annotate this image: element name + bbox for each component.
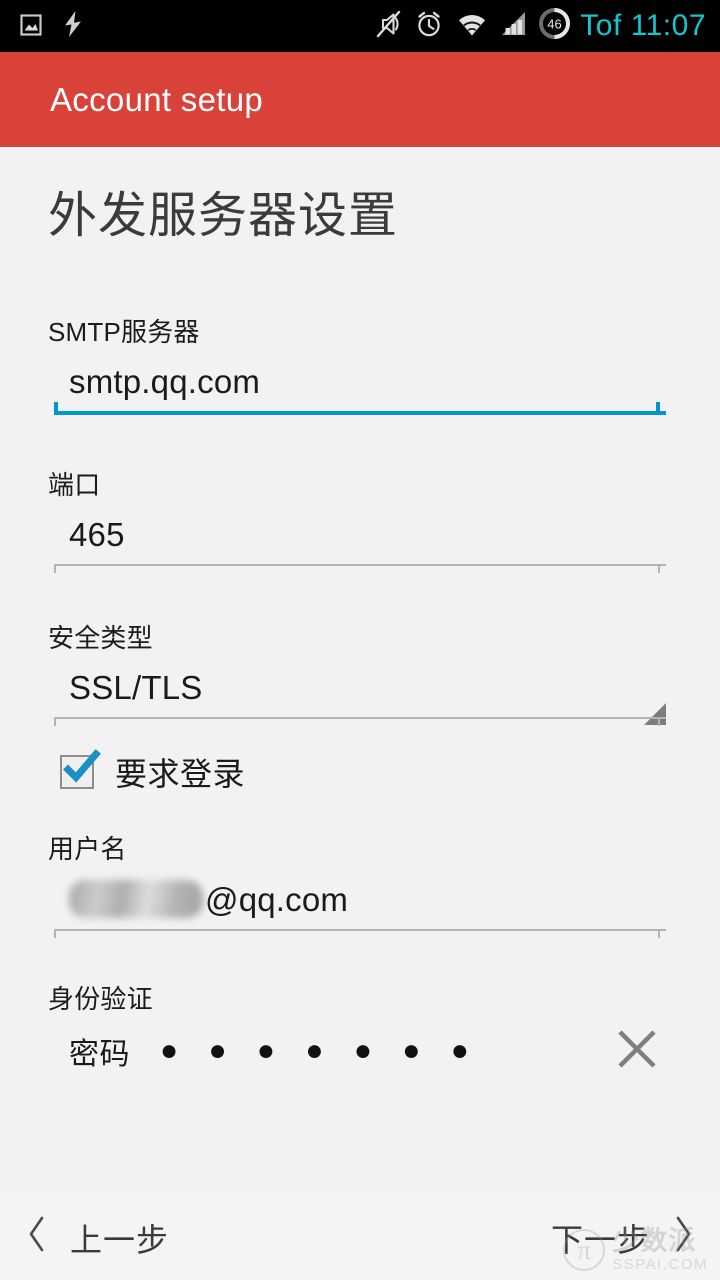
field-username: 用户名 @qq.com bbox=[48, 829, 672, 939]
field-authentication: 身份验证 密码 ● ● ● ● ● ● ● bbox=[48, 979, 672, 1081]
cellular-signal-icon bbox=[500, 10, 527, 43]
username-input[interactable]: @qq.com bbox=[48, 872, 672, 929]
security-type-value[interactable]: SSL/TLS bbox=[48, 661, 672, 717]
screenshot-icon bbox=[18, 11, 44, 42]
field-smtp-server: SMTP服务器 smtp.qq.com bbox=[48, 312, 672, 421]
smtp-server-input-wrap: smtp.qq.com bbox=[48, 355, 672, 421]
battery-icon: 46 bbox=[538, 7, 571, 45]
password-method-label: 密码 bbox=[69, 1038, 130, 1072]
next-button-label: 下一步 bbox=[550, 1221, 650, 1258]
setup-form: 外发服务器设置 SMTP服务器 smtp.qq.com 端口 465 安全类型 … bbox=[0, 147, 720, 1195]
action-bar: Account setup bbox=[0, 52, 720, 147]
smtp-server-label: SMTP服务器 bbox=[48, 316, 200, 347]
password-input[interactable]: ● ● ● ● ● ● ● bbox=[160, 1036, 480, 1066]
status-bar-right-icons: 46 bbox=[374, 7, 571, 45]
chevron-right-icon bbox=[672, 1214, 694, 1262]
field-security-type: 安全类型 SSL/TLS bbox=[48, 618, 672, 727]
chevron-left-icon bbox=[26, 1214, 48, 1262]
battery-level-text: 46 bbox=[548, 17, 562, 32]
username-label: 用户名 bbox=[48, 833, 127, 864]
mute-icon bbox=[374, 9, 403, 44]
port-input-wrap: 465 bbox=[48, 508, 672, 574]
status-bar-left-icons bbox=[18, 10, 86, 43]
authentication-label: 身份验证 bbox=[48, 983, 153, 1014]
require-signin-checkbox[interactable] bbox=[60, 748, 101, 789]
phone-screen: 46 Tof 11:07 Account setup 外发服务器设置 SMTP服… bbox=[0, 0, 720, 1280]
status-bar: 46 Tof 11:07 bbox=[0, 0, 720, 52]
wifi-icon bbox=[455, 10, 489, 43]
smtp-server-underline bbox=[48, 401, 672, 421]
port-underline bbox=[48, 563, 672, 574]
lightning-bolt-icon bbox=[60, 10, 86, 43]
security-type-underline bbox=[48, 716, 672, 727]
alarm-clock-icon bbox=[414, 9, 444, 44]
require-signin-row[interactable]: 要求登录 bbox=[48, 748, 672, 795]
field-port: 端口 465 bbox=[48, 465, 672, 574]
port-label: 端口 bbox=[48, 469, 101, 500]
username-suffix: @qq.com bbox=[205, 880, 349, 918]
redacted-username bbox=[69, 879, 203, 918]
next-button[interactable]: 下一步 bbox=[551, 1214, 694, 1262]
status-bar-clock: Tof 11:07 bbox=[580, 9, 706, 42]
checkmark-icon bbox=[63, 748, 101, 783]
port-input[interactable]: 465 bbox=[48, 508, 672, 564]
wizard-navigation-bar: 上一步 下一步 bbox=[0, 1195, 720, 1280]
close-icon[interactable] bbox=[610, 1022, 664, 1081]
previous-button-label: 上一步 bbox=[70, 1221, 170, 1258]
require-signin-label: 要求登录 bbox=[115, 755, 246, 792]
security-type-label: 安全类型 bbox=[48, 622, 153, 653]
username-input-wrap: @qq.com bbox=[48, 872, 672, 939]
previous-button[interactable]: 上一步 bbox=[26, 1214, 169, 1262]
action-bar-title: Account setup bbox=[50, 80, 264, 118]
password-row: 密码 ● ● ● ● ● ● ● bbox=[48, 1016, 672, 1081]
security-type-spinner[interactable]: SSL/TLS bbox=[48, 661, 672, 727]
page-title: 外发服务器设置 bbox=[48, 189, 399, 243]
username-underline bbox=[48, 928, 672, 939]
smtp-server-input[interactable]: smtp.qq.com bbox=[48, 355, 672, 411]
